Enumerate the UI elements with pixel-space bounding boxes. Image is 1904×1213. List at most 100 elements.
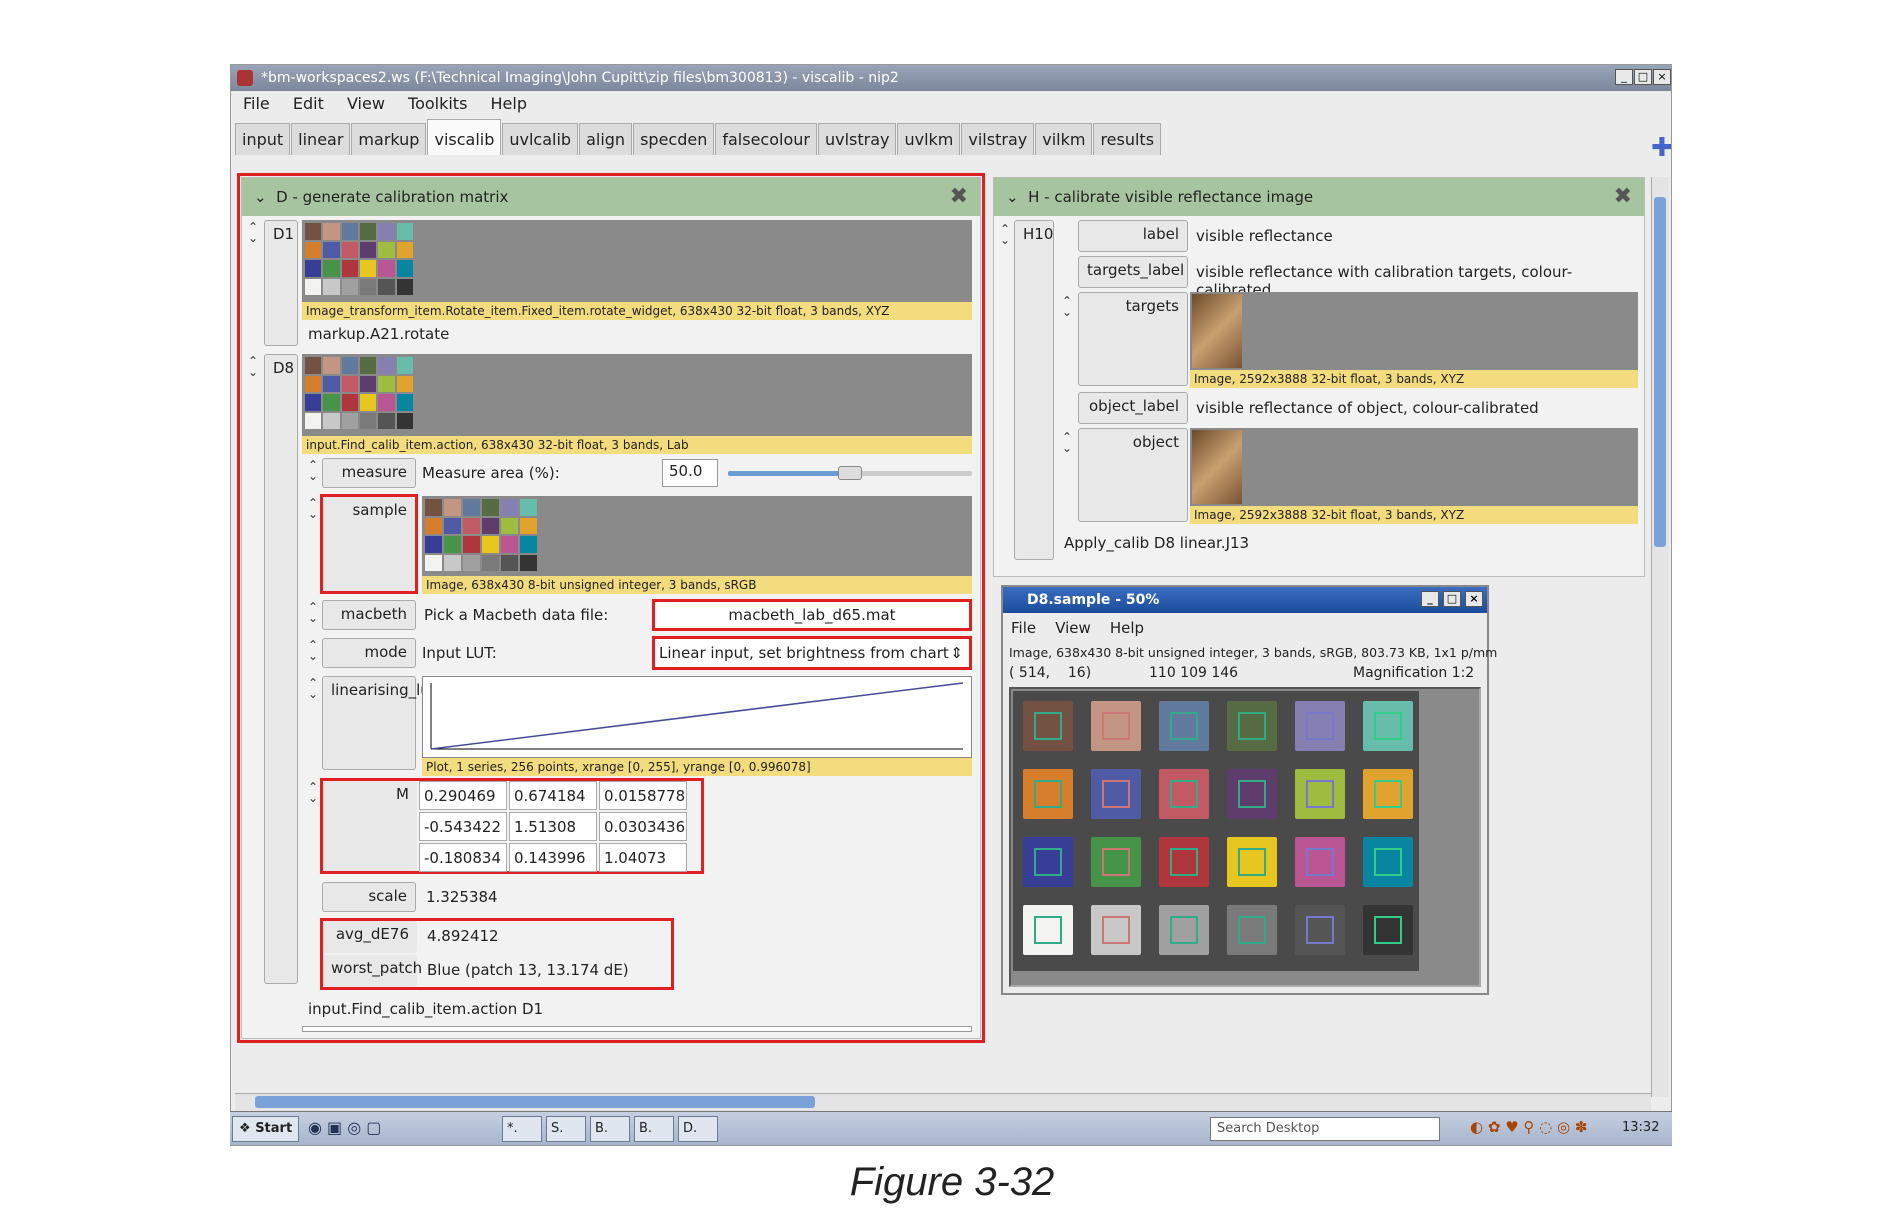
m-button[interactable]: M (323, 781, 417, 871)
measure-button[interactable]: measure (322, 458, 416, 488)
tab-linear[interactable]: linear (291, 123, 351, 155)
object-label-button[interactable]: object_label (1078, 392, 1188, 424)
avg-de76-button[interactable]: avg_dE76 (323, 921, 417, 953)
tab-uvlcalib[interactable]: uvlcalib (502, 123, 579, 155)
vertical-scrollbar[interactable] (1651, 177, 1669, 1097)
viewer-menu-view[interactable]: View (1055, 619, 1091, 637)
tab-uvlstray[interactable]: uvlstray (817, 123, 897, 155)
matrix-cell[interactable]: -0.543422 (419, 812, 507, 841)
horizontal-scrollbar[interactable] (235, 1093, 1651, 1111)
matrix-cell[interactable]: -0.180834 (419, 843, 507, 872)
maximize-button[interactable]: □ (1634, 69, 1652, 85)
menu-toolkits[interactable]: Toolkits (408, 94, 467, 113)
matrix-cell[interactable]: 1.04073 (599, 843, 687, 872)
viewer-maximize-button[interactable]: □ (1443, 591, 1461, 607)
targets-thumbnail[interactable] (1190, 292, 1638, 370)
menu-edit[interactable]: Edit (293, 94, 324, 113)
measure-slider-handle[interactable] (838, 466, 862, 480)
color-patch (1091, 701, 1141, 751)
taskbar-item[interactable]: D. (678, 1116, 718, 1142)
tab-align[interactable]: align (579, 123, 633, 155)
tab-vilkm[interactable]: vilkm (1035, 123, 1093, 155)
sample-thumbnail[interactable] (422, 496, 972, 576)
d8-expand-icon[interactable]: ⌃ ⌄ (246, 355, 260, 378)
d8-id-button[interactable]: D8 (264, 354, 298, 984)
matrix-cell[interactable]: 0.0303436 (599, 812, 687, 841)
matrix-cell[interactable]: 1.51308 (509, 812, 597, 841)
tab-vilstray[interactable]: vilstray (961, 123, 1035, 155)
scale-button[interactable]: scale (322, 882, 416, 912)
lut-plot[interactable] (422, 676, 972, 758)
measure-expand-icon[interactable]: ⌃ ⌄ (306, 459, 320, 482)
menu-help[interactable]: Help (491, 94, 527, 113)
tab-specden[interactable]: specden (633, 123, 715, 155)
measure-slider-track[interactable] (728, 466, 972, 480)
targets-button[interactable]: targets (1078, 292, 1188, 386)
d1-thumbnail[interactable] (302, 220, 972, 302)
macbeth-expand-icon[interactable]: ⌃ ⌄ (306, 601, 320, 624)
menu-view[interactable]: View (347, 94, 385, 113)
d-formula-input[interactable] (302, 1026, 972, 1032)
tab-uvlkm[interactable]: uvlkm (897, 123, 961, 155)
lut-expand-icon[interactable]: ⌃ ⌄ (306, 677, 320, 700)
taskbar-item[interactable]: B. (634, 1116, 674, 1142)
label-button[interactable]: label (1078, 220, 1188, 252)
start-button[interactable]: ❖ Start (232, 1116, 300, 1142)
d1-id-button[interactable]: D1 (264, 220, 298, 346)
matrix-cell[interactable]: 0.674184 (509, 781, 597, 810)
taskbar-item[interactable]: *. (502, 1116, 542, 1142)
h10-expand-icon[interactable]: ⌃ ⌄ (998, 223, 1012, 246)
macbeth-button[interactable]: macbeth (322, 600, 416, 630)
panel-close-icon[interactable]: ✖ (1614, 178, 1632, 216)
viewer-menu-help[interactable]: Help (1110, 619, 1144, 637)
mode-button[interactable]: mode (322, 638, 416, 668)
targets-label-button[interactable]: targets_label (1078, 256, 1188, 288)
d8-thumbnail[interactable] (302, 354, 972, 436)
tab-viscalib[interactable]: viscalib (427, 119, 502, 155)
minimize-button[interactable]: _ (1615, 69, 1633, 85)
h10-id-button[interactable]: H10 (1014, 220, 1054, 560)
add-tab-icon[interactable]: ✚ (1651, 133, 1671, 163)
tray-icons[interactable]: ◐ ✿ ♥ ⚲ ◌ ◎ ✽ (1470, 1118, 1587, 1136)
matrix-cell[interactable]: 0.0158778 (599, 781, 687, 810)
m-expand-icon[interactable]: ⌃ ⌄ (306, 781, 320, 804)
measure-input[interactable]: 50.0 (662, 459, 718, 487)
panel-h-header[interactable]: ⌄ H - calibrate visible reflectance imag… (994, 178, 1644, 216)
matrix-cell[interactable]: 0.143996 (509, 843, 597, 872)
object-expand-icon[interactable]: ⌃ ⌄ (1060, 431, 1074, 454)
macbeth-file-input[interactable]: macbeth_lab_d65.mat (652, 599, 972, 631)
taskbar-item[interactable]: S. (546, 1116, 586, 1142)
worst-patch-button[interactable]: worst_patch (323, 955, 422, 987)
collapse-icon[interactable]: ⌄ (254, 188, 267, 206)
vertical-scroll-thumb[interactable] (1654, 197, 1666, 547)
close-button[interactable]: × (1653, 69, 1671, 85)
viewer-minimize-button[interactable]: _ (1421, 591, 1439, 607)
quicklaunch-icons[interactable]: ◉ ▣ ◎ ▢ (308, 1118, 381, 1137)
color-patch (463, 536, 480, 553)
tab-falsecolour[interactable]: falsecolour (715, 123, 817, 155)
panel-close-icon[interactable]: ✖ (950, 178, 968, 216)
sample-button[interactable]: sample (323, 497, 415, 591)
targets-expand-icon[interactable]: ⌃ ⌄ (1060, 295, 1074, 318)
d1-expand-icon[interactable]: ⌃ ⌄ (246, 221, 260, 244)
viewer-image-area[interactable] (1009, 687, 1481, 987)
tab-markup[interactable]: markup (351, 123, 427, 155)
horizontal-scroll-thumb[interactable] (255, 1096, 815, 1108)
panel-d-header[interactable]: ⌄ D - generate calibration matrix ✖ (242, 178, 980, 216)
mode-expand-icon[interactable]: ⌃ ⌄ (306, 639, 320, 662)
viewer-menu-file[interactable]: File (1011, 619, 1036, 637)
object-button[interactable]: object (1078, 428, 1188, 522)
collapse-icon[interactable]: ⌄ (1006, 188, 1019, 206)
sample-expand-icon[interactable]: ⌃ ⌄ (306, 497, 320, 520)
tab-input[interactable]: input (235, 123, 291, 155)
object-thumbnail[interactable] (1190, 428, 1638, 506)
matrix-cell[interactable]: 0.290469 (419, 781, 507, 810)
tab-results[interactable]: results (1093, 123, 1162, 155)
taskbar-item[interactable]: B. (590, 1116, 630, 1142)
desktop-search-input[interactable]: Search Desktop (1210, 1117, 1440, 1141)
measure-marker (1374, 848, 1402, 876)
lut-button[interactable]: linearising_lut (322, 676, 436, 770)
menu-file[interactable]: File (243, 94, 270, 113)
mode-select[interactable]: Linear input, set brightness from chart … (652, 636, 972, 670)
viewer-close-button[interactable]: × (1465, 591, 1483, 607)
